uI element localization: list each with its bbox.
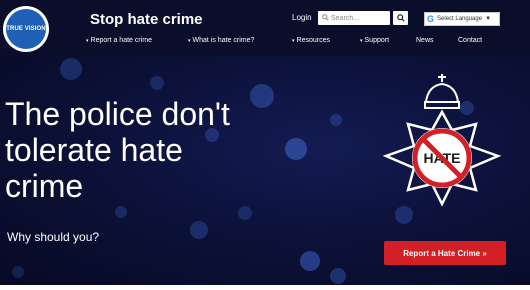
nav-item-news[interactable]: News — [416, 37, 434, 44]
login-link[interactable]: Login — [292, 13, 312, 22]
report-hate-crime-button[interactable]: Report a Hate Crime » — [384, 241, 506, 265]
bokeh-light — [300, 251, 320, 271]
chevron-down-icon: ▾ — [188, 38, 191, 44]
language-select-label: Select Language — [437, 16, 483, 22]
search-button[interactable] — [393, 11, 408, 25]
chevron-down-icon: ▾ — [86, 38, 89, 44]
bokeh-light — [285, 138, 307, 160]
nav-item-support[interactable]: ▾ Support — [360, 37, 389, 44]
crown-icon — [424, 74, 460, 109]
nav-item-label: Resources — [296, 37, 330, 44]
hero-headline-line: tolerate hate — [5, 132, 183, 168]
nav-item-label: Support — [364, 37, 390, 44]
page: TRUE VISION Stop hate crime Login G Sele… — [0, 0, 530, 290]
chevron-down-icon: ▾ — [292, 38, 295, 44]
hero-headline-line: The police don't — [5, 96, 230, 132]
no-symbol-icon: HATE — [412, 128, 472, 188]
hero-headline: The police don't tolerate hate crime — [5, 96, 230, 204]
chevron-down-icon: ▼ — [485, 16, 492, 22]
chevron-down-icon: ▾ — [360, 38, 363, 44]
nav-item-label: Report a hate crime — [90, 37, 152, 44]
true-vision-logo[interactable]: TRUE VISION — [3, 6, 49, 52]
bokeh-light — [60, 58, 82, 80]
bokeh-light — [12, 266, 24, 278]
bokeh-light — [150, 76, 164, 90]
logo-text: TRUE VISION — [6, 9, 46, 49]
hero-headline-line: crime — [5, 168, 84, 204]
google-g-icon: G — [427, 14, 435, 24]
hero-subline: Why should you? — [7, 230, 100, 244]
nav-item-report[interactable]: ▾ Report a hate crime — [86, 37, 152, 44]
bokeh-light — [330, 114, 342, 126]
site-header: TRUE VISION Stop hate crime Login G Sele… — [0, 0, 530, 56]
bokeh-light — [115, 206, 127, 218]
bokeh-light — [250, 84, 274, 108]
bokeh-light — [190, 221, 208, 239]
search-icon — [322, 14, 329, 21]
search-icon — [396, 14, 405, 22]
police-star-icon: HATE — [382, 74, 502, 207]
site-title[interactable]: Stop hate crime — [90, 11, 203, 28]
nav-item-contact[interactable]: Contact — [458, 37, 482, 44]
nav-item-resources[interactable]: ▾ Resources — [292, 37, 330, 44]
nav-item-what-is-hate-crime[interactable]: ▾ What is hate crime? — [188, 37, 254, 44]
bokeh-light — [238, 206, 252, 220]
nav-item-label: What is hate crime? — [192, 37, 255, 44]
bokeh-light — [330, 268, 346, 284]
language-select[interactable]: G Select Language ▼ — [424, 12, 500, 26]
